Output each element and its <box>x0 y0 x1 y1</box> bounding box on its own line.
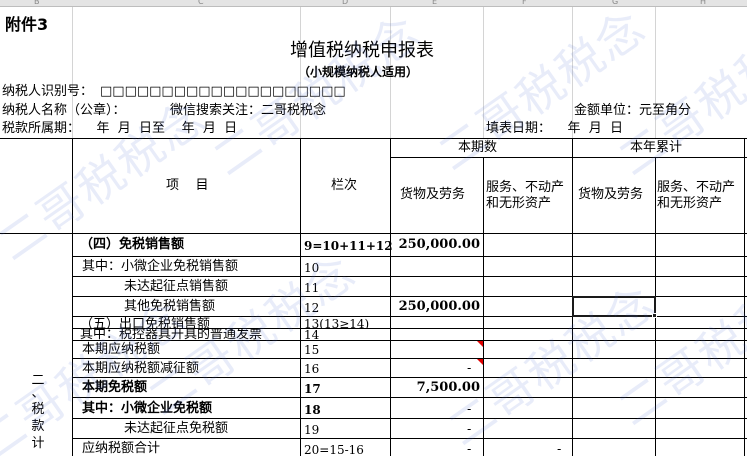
row-item-label: （四）免税销售额 <box>80 237 185 252</box>
taxpayer-id-label: 纳税人识别号： <box>2 84 94 99</box>
comment-marker-icon[interactable] <box>477 341 483 347</box>
column-header-strip: B C D E F G H <box>0 0 747 7</box>
row-goods-value[interactable]: - <box>467 361 471 375</box>
current-period-header: 本期数 <box>458 140 498 155</box>
year-total-header: 本年累计 <box>630 140 683 155</box>
row-column-number: 18 <box>304 403 321 417</box>
row-item-label: 其他免税销售额 <box>124 299 216 314</box>
column-letter[interactable]: G <box>612 0 618 6</box>
form-title: 增值税纳税申报表 <box>290 40 434 61</box>
fill-date-label: 填表日期： 年 月 日 <box>486 121 624 136</box>
row-column-number: 13(13≥14) <box>304 317 370 328</box>
row-services-value[interactable]: - <box>557 442 561 456</box>
row-item-label: 本期免税额 <box>82 380 148 395</box>
section-label-char: 计 <box>31 436 45 451</box>
selected-cell[interactable] <box>572 296 657 318</box>
row-item-label: 应纳税额合计 <box>82 441 161 456</box>
currency-unit-label: 金额单位：元至角分 <box>574 103 692 118</box>
column-letter[interactable]: E <box>432 0 437 6</box>
row-column-number: 17 <box>304 382 321 396</box>
goods-services-header: 货物及劳务 <box>400 187 466 202</box>
column-letter[interactable]: C <box>198 0 204 6</box>
row-goods-value[interactable]: 7,500.00 <box>372 380 480 396</box>
row-item-label: 未达起征点销售额 <box>124 279 229 294</box>
row-goods-value[interactable]: - <box>467 422 471 436</box>
section-label-char: 款 <box>31 419 45 434</box>
row-goods-value[interactable]: - <box>467 442 471 456</box>
item-header: 项 目 <box>166 178 209 193</box>
fill-handle[interactable] <box>652 313 657 318</box>
goods-services-header-2: 货物及劳务 <box>578 187 644 202</box>
row-item-label: 其中：小微企业免税销售额 <box>82 259 239 274</box>
row-item-label: 其中：税控器具开具的普通发票 <box>80 329 263 340</box>
row-item-label: 其中：小微企业免税额 <box>82 401 213 416</box>
row-goods-value[interactable]: - <box>467 402 471 416</box>
row-item-label: 本期应纳税额减征额 <box>82 361 200 376</box>
row-item-label: （五）出口免税销售额 <box>80 317 211 328</box>
column-number-header: 栏次 <box>331 178 358 193</box>
watermark-text: 二哥税税念 <box>607 4 747 187</box>
wechat-note: 微信搜索关注：二哥税税念 <box>170 103 327 118</box>
comment-marker-icon[interactable] <box>477 359 483 365</box>
column-letter[interactable]: B <box>34 0 40 6</box>
row-column-number: 19 <box>304 423 320 437</box>
row-goods-value[interactable]: 250,000.00 <box>372 237 480 253</box>
row-column-number: 16 <box>304 362 320 376</box>
row-column-number: 10 <box>304 261 320 275</box>
services-realestate-header-line1: 服务、不动产 <box>486 180 565 195</box>
column-letter[interactable]: H <box>700 0 706 6</box>
section-label-char: 税 <box>31 402 45 417</box>
services-realestate-header2-line1: 服务、不动产 <box>657 180 736 195</box>
row-column-number: 14 <box>304 328 320 340</box>
column-letter[interactable]: F <box>522 0 527 6</box>
section-label-char: 、 <box>31 386 45 401</box>
column-letter[interactable]: D <box>342 0 348 6</box>
taxpayer-id-boxes[interactable]: □□□□□□□□□□□□□□□□□□□□ <box>100 84 346 100</box>
form-subtitle: （小规模纳税人适用） <box>298 65 419 79</box>
row-column-number: 12 <box>304 301 320 315</box>
tax-period-label: 税款所属期： 年 月 日至 年 月 日 <box>2 121 238 136</box>
attachment-label: 附件3 <box>5 15 55 35</box>
row-item-label: 本期应纳税额 <box>82 342 161 357</box>
row-column-number: 11 <box>304 281 320 295</box>
services-realestate-header-line2: 和无形资产 <box>486 196 552 211</box>
taxpayer-name-label: 纳税人名称（公章）： <box>2 103 126 118</box>
services-realestate-header2-line2: 和无形资产 <box>657 196 723 211</box>
row-column-number: 15 <box>304 343 320 357</box>
row-item-label: 未达起征点免税额 <box>124 421 229 436</box>
row-goods-value[interactable]: 250,000.00 <box>372 299 480 315</box>
